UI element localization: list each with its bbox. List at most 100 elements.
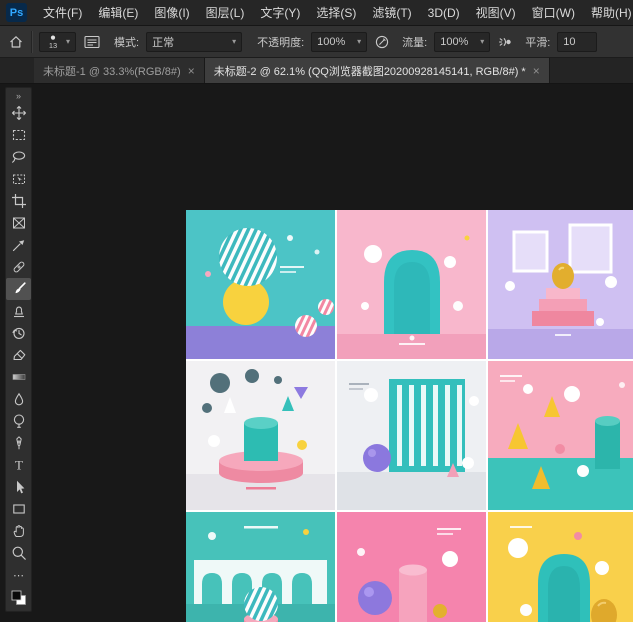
menu-type[interactable]: 文字(Y) <box>252 0 308 26</box>
photoshop-logo: Ps <box>6 3 27 22</box>
blur-drop-icon <box>11 391 27 407</box>
color-swatches[interactable] <box>6 586 31 610</box>
document-tab-bar: 未标题-1 @ 33.3%(RGB/8#) × 未标题-2 @ 62.1% (Q… <box>0 58 633 84</box>
clone-stamp-icon <box>11 303 27 319</box>
tool-lasso[interactable] <box>6 146 31 168</box>
artwork-cell-7 <box>186 512 335 622</box>
svg-text:13: 13 <box>49 41 57 50</box>
tool-hand[interactable] <box>6 520 31 542</box>
smoothing-value: 10 <box>563 36 575 48</box>
rectangle-shape-icon <box>11 501 27 517</box>
eraser-icon <box>11 347 27 363</box>
foreground-background-swatch-icon <box>11 590 27 606</box>
tab-untitled-1[interactable]: 未标题-1 @ 33.3%(RGB/8#) × <box>34 58 205 83</box>
tool-spot-healing-brush[interactable] <box>6 256 31 278</box>
workspace: » <box>0 84 633 622</box>
flow-label: 流量: <box>402 34 427 50</box>
menu-help[interactable]: 帮助(H) <box>583 0 633 26</box>
tool-eyedropper[interactable] <box>6 234 31 256</box>
menu-window[interactable]: 窗口(W) <box>524 0 583 26</box>
tool-dodge[interactable] <box>6 410 31 432</box>
mode-label: 模式: <box>114 34 139 50</box>
tool-crop[interactable] <box>6 190 31 212</box>
tool-eraser[interactable] <box>6 344 31 366</box>
healing-brush-icon <box>11 259 27 275</box>
edit-toolbar-button[interactable]: ⋯ <box>6 564 31 586</box>
tab-title: 未标题-2 @ 62.1% (QQ浏览器截图20200928145141, RG… <box>214 63 526 79</box>
svg-text:T: T <box>15 458 23 473</box>
hand-icon <box>11 523 27 539</box>
tool-rectangle-shape[interactable] <box>6 498 31 520</box>
artwork-cell-2 <box>337 210 486 359</box>
type-icon: T <box>11 457 27 473</box>
collapse-toolbar-button[interactable]: » <box>6 89 31 102</box>
brush-preset-picker[interactable]: 13 ▾ <box>39 32 76 52</box>
dodge-icon <box>11 413 27 429</box>
artwork-cell-6 <box>488 361 633 510</box>
smoothing-label: 平滑: <box>525 34 550 50</box>
menu-filter[interactable]: 滤镜(T) <box>364 0 419 26</box>
crop-icon <box>11 193 27 209</box>
tab-untitled-2[interactable]: 未标题-2 @ 62.1% (QQ浏览器截图20200928145141, RG… <box>205 58 550 83</box>
tool-rectangular-marquee[interactable] <box>6 124 31 146</box>
pen-icon <box>11 435 27 451</box>
menu-3d[interactable]: 3D(D) <box>420 0 468 26</box>
menu-view[interactable]: 视图(V) <box>468 0 524 26</box>
flow-dropdown[interactable]: 100% ▾ <box>434 32 490 52</box>
tool-options-bar: 13 ▾ 模式: 正常 ▾ 不透明度: 100% ▾ 流量: 100% ▾ 平滑… <box>0 26 633 58</box>
tool-type[interactable]: T <box>6 454 31 476</box>
menu-bar: Ps 文件(F) 编辑(E) 图像(I) 图层(L) 文字(Y) 选择(S) 滤… <box>0 0 633 26</box>
artwork-cell-3 <box>488 210 633 359</box>
airbrush-icon[interactable] <box>497 34 514 50</box>
history-brush-icon <box>11 325 27 341</box>
tools-palette: » <box>5 87 32 612</box>
tool-object-selection[interactable] <box>6 168 31 190</box>
tool-frame[interactable] <box>6 212 31 234</box>
gradient-icon <box>11 369 27 385</box>
artwork-cell-1 <box>186 210 335 359</box>
menu-file[interactable]: 文件(F) <box>35 0 90 26</box>
brush-settings-panel-icon[interactable] <box>83 34 101 50</box>
tool-history-brush[interactable] <box>6 322 31 344</box>
tool-pen[interactable] <box>6 432 31 454</box>
tab-title: 未标题-1 @ 33.3%(RGB/8#) <box>43 63 181 79</box>
move-icon <box>11 105 27 121</box>
menu-image[interactable]: 图像(I) <box>146 0 197 26</box>
home-icon[interactable] <box>8 34 24 50</box>
artwork-cell-5 <box>337 361 486 510</box>
zoom-icon <box>11 545 27 561</box>
artwork-cell-9 <box>488 512 633 622</box>
tool-zoom[interactable] <box>6 542 31 564</box>
object-selection-icon <box>11 171 27 187</box>
brush-icon <box>11 281 27 297</box>
close-icon[interactable]: × <box>533 64 540 78</box>
chevron-down-icon: ▾ <box>66 38 70 46</box>
smoothing-field[interactable]: 10 <box>557 32 597 52</box>
tool-gradient[interactable] <box>6 366 31 388</box>
marquee-icon <box>11 127 27 143</box>
opacity-label: 不透明度: <box>257 34 304 50</box>
chevron-down-icon: ▾ <box>232 38 236 46</box>
document-canvas[interactable] <box>186 210 633 622</box>
tool-move[interactable] <box>6 102 31 124</box>
brush-tip-preview-icon: 13 <box>45 33 61 50</box>
artwork-cell-8 <box>337 512 486 622</box>
tool-path-selection[interactable] <box>6 476 31 498</box>
chevron-down-icon: ▾ <box>480 38 484 46</box>
path-selection-arrow-icon <box>11 479 27 495</box>
menu-select[interactable]: 选择(S) <box>308 0 364 26</box>
tool-clone-stamp[interactable] <box>6 300 31 322</box>
pressure-opacity-icon[interactable] <box>374 34 391 50</box>
separator <box>31 31 32 53</box>
mode-dropdown[interactable]: 正常 ▾ <box>146 32 242 52</box>
menu-layer[interactable]: 图层(L) <box>198 0 253 26</box>
frame-icon <box>11 215 27 231</box>
flow-value: 100% <box>440 36 468 48</box>
opacity-value: 100% <box>317 36 345 48</box>
mode-value: 正常 <box>152 34 174 50</box>
menu-edit[interactable]: 编辑(E) <box>90 0 146 26</box>
tool-brush[interactable] <box>6 278 31 300</box>
close-icon[interactable]: × <box>188 64 195 78</box>
opacity-dropdown[interactable]: 100% ▾ <box>311 32 367 52</box>
tool-blur[interactable] <box>6 388 31 410</box>
